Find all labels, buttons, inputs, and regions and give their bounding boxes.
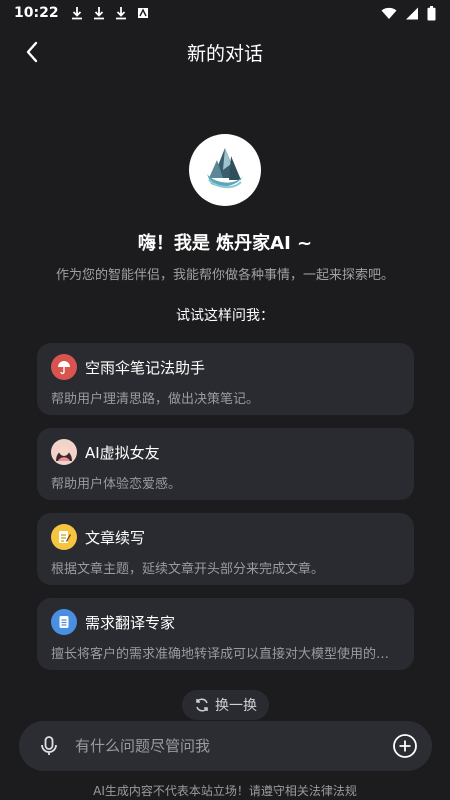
card-title: AI虚拟女友 (85, 443, 160, 462)
card-title: 文章续写 (85, 528, 146, 547)
ai-disclaimer: AI生成内容不代表本站立场！请遵守相关法律法规 (93, 784, 357, 798)
card-description: 帮助用户体验恋爱感。 (51, 477, 182, 492)
system-icons (381, 5, 436, 21)
notepad-icon (51, 524, 77, 550)
refresh-icon (196, 698, 208, 712)
microphone-icon[interactable] (37, 734, 61, 758)
card-header: 文章续写 (51, 524, 400, 550)
card-description: 帮助用户理清思路，做出决策笔记。 (51, 392, 260, 407)
suggestion-card-ai-girlfriend[interactable]: AI虚拟女友 帮助用户体验恋爱感。 (37, 428, 414, 500)
status-bar: 10:22 (0, 0, 450, 26)
card-description: 擅长将客户的需求准确地转译成可以直接对大模型使用的提示词。 (51, 647, 400, 662)
greeting-title: 嗨！我是 炼丹家AI ~ (137, 233, 313, 254)
card-title: 空雨伞笔记法助手 (85, 358, 206, 377)
notification-icons (71, 6, 149, 20)
download-icon (93, 7, 104, 20)
chat-input-bar (19, 721, 432, 771)
suggestion-card-requirement-translator[interactable]: 需求翻译专家 擅长将客户的需求准确地转译成可以直接对大模型使用的提示词。 (37, 598, 414, 670)
page-title: 新的对话 (186, 42, 263, 65)
refresh-suggestions-button[interactable]: 换一换 (182, 690, 269, 720)
document-icon (51, 609, 77, 635)
card-header: 需求翻译专家 (51, 609, 400, 635)
card-header: AI虚拟女友 (51, 439, 400, 465)
suggestion-list: 空雨伞笔记法助手 帮助用户理清思路，做出决策笔记。 AI虚拟女友 帮助用户体验恋… (37, 343, 414, 683)
suggestion-card-umbrella-notes[interactable]: 空雨伞笔记法助手 帮助用户理清思路，做出决策笔记。 (37, 343, 414, 415)
chevron-left-icon (26, 41, 38, 63)
message-input[interactable] (75, 737, 392, 755)
app-icon (137, 8, 148, 18)
app-logo (189, 134, 261, 206)
download-icon (71, 7, 82, 20)
crystal-logo-icon (207, 148, 243, 188)
back-button[interactable] (16, 36, 48, 68)
status-time: 10:22 (14, 5, 59, 21)
add-icon[interactable] (392, 733, 418, 759)
suggestion-card-article-continue[interactable]: 文章续写 根据文章主题，延续文章开头部分来完成文章。 (37, 513, 414, 585)
card-description: 根据文章主题，延续文章开头部分来完成文章。 (51, 562, 325, 577)
header: 新的对话 (0, 26, 450, 78)
signal-icon (406, 7, 418, 19)
wifi-icon (381, 7, 397, 19)
refresh-label: 换一换 (215, 698, 257, 714)
umbrella-icon (51, 354, 77, 380)
card-header: 空雨伞笔记法助手 (51, 354, 400, 380)
suggestions-label: 试试这样问我： (176, 308, 274, 324)
card-title: 需求翻译专家 (85, 613, 176, 632)
greeting-subtitle: 作为您的智能伴侣，我能帮你做各种事情，一起来探索吧。 (55, 268, 394, 283)
avatar-girl-icon (51, 439, 77, 465)
download-icon (115, 7, 126, 20)
battery-icon (427, 5, 436, 20)
